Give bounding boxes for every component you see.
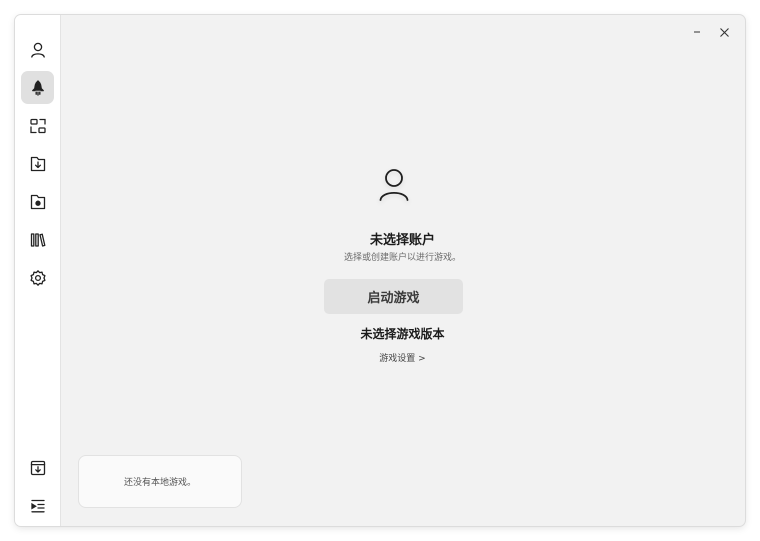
rocket-icon <box>31 79 44 96</box>
notification-toast: 还没有本地游戏。 <box>78 455 242 508</box>
launch-game-button[interactable]: 启动游戏 <box>324 279 463 314</box>
sidebar-item-folder[interactable] <box>21 185 54 218</box>
sidebar-item-download[interactable] <box>21 147 54 180</box>
sidebar-item-versions[interactable] <box>21 109 54 142</box>
folder-icon <box>30 194 45 209</box>
game-settings-link[interactable]: 游戏设置 > <box>379 354 425 364</box>
account-avatar[interactable] <box>376 167 412 207</box>
app-window: 未选择账户 选择或创建账户以进行游戏。 启动游戏 未选择游戏版本 游戏设置 > … <box>15 15 745 526</box>
sidebar-item-settings[interactable] <box>21 261 54 294</box>
archive-download-icon <box>30 460 45 475</box>
books-icon <box>30 232 45 247</box>
sidebar-item-library[interactable] <box>21 223 54 256</box>
user-icon <box>30 42 45 58</box>
version-title: 未选择游戏版本 <box>360 327 445 341</box>
account-subtitle: 选择或创建账户以进行游戏。 <box>343 253 461 263</box>
download-box-icon <box>30 156 45 171</box>
sidebar <box>15 15 61 526</box>
layout-icon <box>29 118 46 133</box>
sidebar-item-tasks[interactable] <box>21 451 54 484</box>
sidebar-item-account[interactable] <box>21 33 54 66</box>
account-title: 未选择账户 <box>369 233 435 248</box>
sidebar-collapse-button[interactable] <box>21 489 54 522</box>
sidebar-item-launch[interactable] <box>21 71 54 104</box>
gear-icon <box>29 269 46 286</box>
user-icon <box>379 169 409 201</box>
launch-panel: 未选择账户 选择或创建账户以进行游戏。 启动游戏 未选择游戏版本 游戏设置 > <box>60 15 745 415</box>
collapse-menu-icon <box>30 499 45 512</box>
toast-message: 还没有本地游戏。 <box>123 478 196 488</box>
game-settings-area: 游戏设置 > <box>60 351 745 364</box>
